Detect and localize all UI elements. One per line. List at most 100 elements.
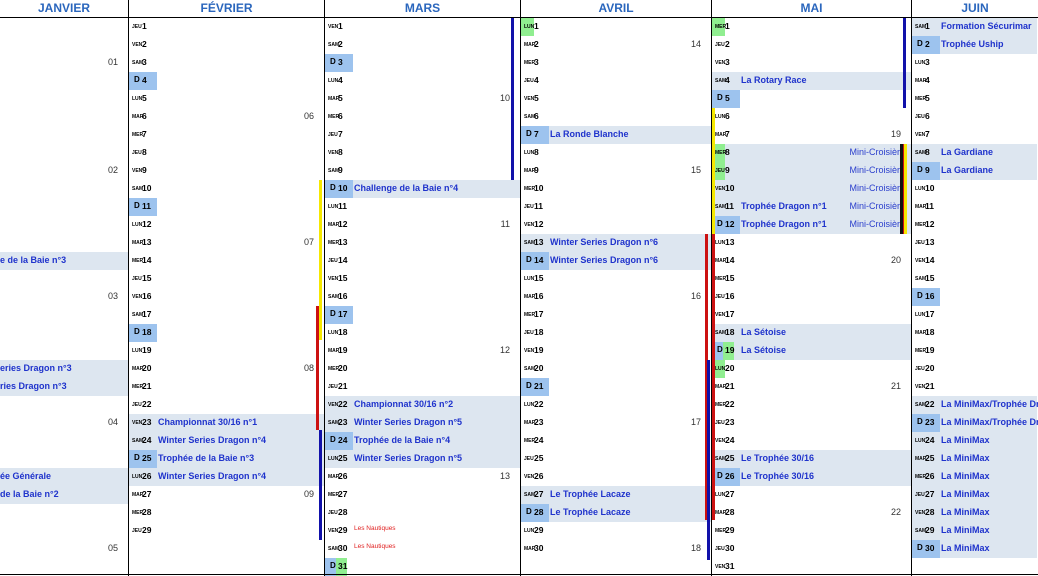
weekday-label: VEN: [715, 438, 726, 444]
day-row: MAR 16: [521, 288, 711, 306]
event-label: La MiniMax: [941, 453, 990, 463]
day-number: 7: [338, 129, 343, 139]
day-number: 2: [338, 39, 343, 49]
week-number: 22: [890, 507, 901, 517]
day-number: 1: [142, 21, 147, 31]
event-label: Le Trophée 30/16: [741, 453, 815, 463]
day-number: 31: [725, 561, 735, 571]
day-row: LUN 29: [521, 522, 711, 540]
month-header-avril: AVRIL: [521, 0, 711, 18]
day-number: 5: [925, 93, 930, 103]
day-number: 23: [142, 417, 152, 427]
day-row: D 10 Challenge de la Baie n°4: [325, 180, 520, 198]
event-label: La Sétoise: [741, 327, 787, 337]
weekday-label: LUN: [915, 438, 926, 444]
day-number: 12: [925, 219, 935, 229]
decorative-bar: [712, 108, 715, 234]
day-row: JEU 29: [129, 522, 324, 540]
month-header-mai: MAI: [712, 0, 911, 18]
day-row: D5: [712, 90, 911, 108]
day-number: 28: [142, 507, 152, 517]
day-row: MAR 9: [521, 162, 711, 180]
day-number: 28: [338, 507, 348, 517]
day-number: 8: [925, 147, 930, 157]
weekday-label: LUN: [524, 150, 535, 156]
day-number: 17: [142, 309, 152, 319]
day-row: SAM 25 Le Trophée 30/16: [712, 450, 911, 468]
weekday-label: JEU: [715, 294, 725, 300]
event-row: ries Dragon n°3: [0, 378, 128, 396]
day-row: D3: [325, 54, 520, 72]
day-number: 4: [925, 75, 930, 85]
day-row: VEN 26: [521, 468, 711, 486]
event-label: La Sétoise: [741, 345, 787, 355]
weekday-label: JEU: [132, 276, 142, 282]
weekday-label: D: [330, 309, 336, 318]
event-label: Trophée de la Baie n°3: [158, 453, 255, 463]
day-row: D 9 La Gardiane: [912, 162, 1037, 180]
weekday-label: JEU: [328, 132, 338, 138]
day-row: MER 14: [129, 252, 324, 270]
day-number: 11: [925, 201, 934, 211]
day-number: 11: [142, 201, 151, 211]
day-number: 22: [142, 399, 152, 409]
day-row: VEN 2: [129, 36, 324, 54]
event-label: Winter Series Dragon n°6: [550, 237, 659, 247]
day-number: 20: [725, 363, 735, 373]
day-row: MER 22: [712, 396, 911, 414]
event-right-label: Mini-Croisière: [849, 201, 905, 211]
weekday-label: LUN: [132, 474, 143, 480]
day-number: 29: [725, 525, 735, 535]
day-number: 6: [925, 111, 930, 121]
day-row: SAM 24 Winter Series Dragon n°4: [129, 432, 324, 450]
day-number: 20: [925, 363, 935, 373]
event-label: Winter Series Dragon n°4: [158, 435, 267, 445]
weekday-label: JEU: [524, 204, 534, 210]
event-row: eries Dragon n°3: [0, 360, 128, 378]
decorative-bar: [712, 234, 715, 520]
event-label: La MiniMax/Trophée Dr: [941, 417, 1038, 427]
event-label: de la Baie n°2: [0, 489, 59, 499]
day-number: 25: [725, 453, 735, 463]
day-number: 16: [142, 291, 152, 301]
event-row: de la Baie n°2: [0, 486, 128, 504]
event-label: La Ronde Blanche: [550, 129, 629, 139]
day-row: SAM 18 La Sétoise: [712, 324, 911, 342]
day-number: 10: [534, 183, 544, 193]
day-row: LUN 19: [129, 342, 324, 360]
day-number: 8: [338, 147, 343, 157]
day-row: LUN 4: [325, 72, 520, 90]
month-column-mai: MAI MER 1 JEU 2 VEN 3 SAM 4 La Rotary Race D 5 LUN 6…: [712, 0, 912, 576]
day-row: MER 20: [325, 360, 520, 378]
day-number: 7: [534, 129, 539, 139]
day-row: VEN 22 Championnat 30/16 n°2: [325, 396, 520, 414]
week-number: 02: [107, 165, 118, 175]
day-number: 16: [925, 291, 935, 301]
week-number: 04: [107, 417, 118, 427]
day-number: 10: [338, 183, 348, 193]
day-number: 20: [534, 363, 544, 373]
day-row: VEN 15: [325, 270, 520, 288]
day-row: D 14 Winter Series Dragon n°6: [521, 252, 711, 270]
weekday-label: JEU: [524, 456, 534, 462]
day-number: 11: [725, 201, 734, 211]
weekday-label: JEU: [915, 114, 925, 120]
day-row: MER 17: [521, 306, 711, 324]
decorative-bar: [319, 180, 322, 340]
day-number: 30: [925, 543, 935, 553]
day-row: SAM 2: [325, 36, 520, 54]
day-number: 18: [725, 327, 735, 337]
day-row: VEN 9: [129, 162, 324, 180]
event-label: La MiniMax: [941, 507, 990, 517]
weekday-label: LUN: [715, 240, 726, 246]
weekday-label: LUN: [915, 312, 926, 318]
week-number: 21: [890, 381, 901, 391]
day-number: 1: [338, 21, 343, 31]
day-row: VEN 1: [325, 18, 520, 36]
day-row: LUN 15: [521, 270, 711, 288]
day-row: VEN 8: [325, 144, 520, 162]
day-number: 4: [338, 75, 343, 85]
weekday-label: D: [330, 57, 336, 66]
weekday-label: LUN: [328, 330, 339, 336]
day-row: MER 26 La MiniMax: [912, 468, 1037, 486]
